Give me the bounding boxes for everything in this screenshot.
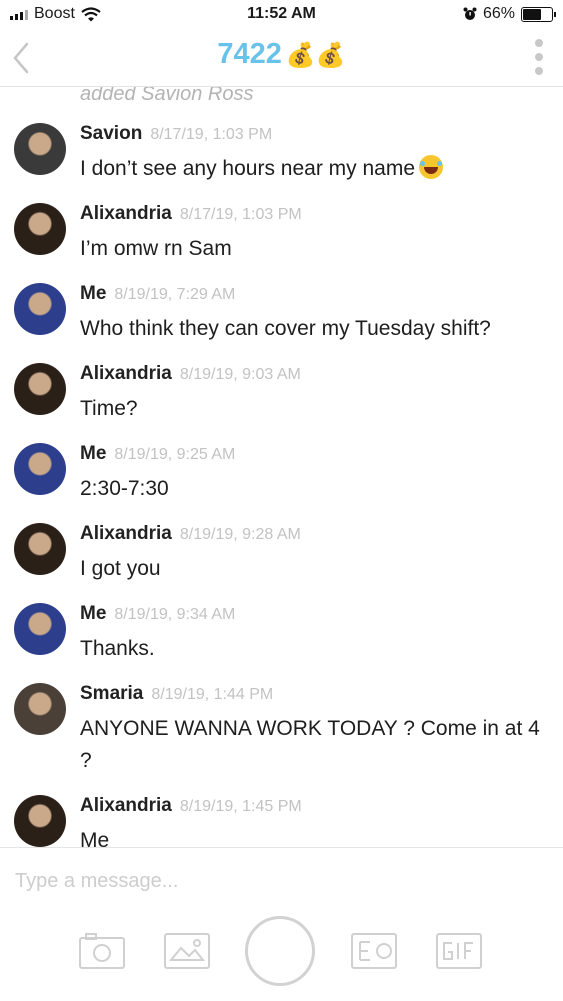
- chat-header: 7422 💰💰: [0, 30, 563, 87]
- sender-name: Alixandria 8/17/19, 1:03 PM: [80, 203, 302, 225]
- gif-icon[interactable]: [435, 926, 483, 974]
- message-text: ANYONE WANNA WORK TODAY ? Come in at 4 ?: [80, 713, 555, 777]
- money-bag-icon: 💰💰: [285, 42, 346, 69]
- message-timestamp: 8/17/19, 1:03 PM: [150, 126, 273, 143]
- message-list[interactable]: added Savion Ross Savion 8/17/19, 1:03 PM…: [0, 87, 563, 847]
- message-text: I don’t see any hours near my name: [80, 153, 555, 185]
- sender-name: Me 8/19/19, 9:34 AM: [80, 603, 235, 625]
- message-timestamp: 8/19/19, 1:45 PM: [179, 798, 302, 815]
- sender-label: Alixandria: [80, 203, 172, 224]
- sender-label: Me: [80, 603, 107, 624]
- sender-name: Savion 8/17/19, 1:03 PM: [80, 123, 272, 145]
- sender-label: Me: [80, 283, 107, 304]
- message-body: Me: [80, 829, 110, 847]
- message-body: 2:30-7:30: [80, 477, 169, 500]
- message-timestamp: 8/19/19, 9:25 AM: [114, 446, 236, 463]
- message-input[interactable]: Type a message...: [15, 870, 178, 893]
- message-text: Me: [80, 825, 555, 847]
- sender-label: Alixandria: [80, 363, 172, 384]
- avatar[interactable]: [14, 795, 66, 847]
- message-body: I’m omw rn Sam: [80, 237, 232, 260]
- message-body: Thanks.: [80, 637, 155, 660]
- alarm-icon: [463, 7, 477, 20]
- chat-title[interactable]: 7422 💰💰: [0, 38, 563, 71]
- sender-label: Savion: [80, 123, 143, 144]
- message-timestamp: 8/19/19, 9:34 AM: [114, 606, 236, 623]
- message-timestamp: 8/19/19, 1:44 PM: [151, 686, 274, 703]
- avatar[interactable]: [14, 123, 66, 175]
- battery-icon: [521, 6, 556, 22]
- message-timestamp: 8/17/19, 1:03 PM: [179, 206, 302, 223]
- avatar[interactable]: [14, 683, 66, 735]
- sender-label: Alixandria: [80, 523, 172, 544]
- sender-name: Me 8/19/19, 9:25 AM: [80, 443, 235, 465]
- sender-label: Smaria: [80, 683, 144, 704]
- system-message: added Savion Ross: [80, 87, 254, 105]
- message-body: ANYONE WANNA WORK TODAY ? Come in at 4 ?: [80, 717, 540, 772]
- sticker-icon[interactable]: [350, 926, 398, 974]
- message-timestamp: 8/19/19, 9:03 AM: [179, 366, 301, 383]
- message-text: Time?: [80, 393, 555, 425]
- sender-label: Me: [80, 443, 107, 464]
- battery-percent: 66%: [482, 5, 515, 22]
- battery-group: 66%: [463, 5, 556, 23]
- message-timestamp: 8/19/19, 9:28 AM: [179, 526, 301, 543]
- more-options-icon[interactable]: [535, 39, 543, 75]
- message-text: Who think they can cover my Tuesday shif…: [80, 313, 555, 345]
- laughing-emoji-icon: [419, 155, 444, 179]
- message-text: I got you: [80, 553, 555, 585]
- avatar[interactable]: [14, 443, 66, 495]
- sender-name: Alixandria 8/19/19, 9:03 AM: [80, 363, 301, 385]
- avatar[interactable]: [14, 363, 66, 415]
- message-text: I’m omw rn Sam: [80, 233, 555, 265]
- sender-name: Alixandria 8/19/19, 9:28 AM: [80, 523, 301, 545]
- message-text: Thanks.: [80, 633, 555, 665]
- sender-label: Alixandria: [80, 795, 172, 816]
- avatar[interactable]: [14, 203, 66, 255]
- sender-name: Me 8/19/19, 7:29 AM: [80, 283, 235, 305]
- message-body: Time?: [80, 397, 138, 420]
- message-body: I don’t see any hours near my name: [80, 157, 416, 180]
- gallery-icon[interactable]: [163, 926, 211, 974]
- composer: Type a message...: [0, 847, 563, 1001]
- sender-name: Alixandria 8/19/19, 1:45 PM: [80, 795, 302, 817]
- avatar[interactable]: [14, 603, 66, 655]
- message-text: 2:30-7:30: [80, 473, 555, 505]
- message-body: I got you: [80, 557, 161, 580]
- avatar[interactable]: [14, 523, 66, 575]
- avatar[interactable]: [14, 283, 66, 335]
- camera-icon[interactable]: [78, 926, 126, 974]
- chat-title-text: 7422: [217, 38, 282, 70]
- capture-button[interactable]: [245, 916, 315, 986]
- status-bar: Boost 11:52 AM 66%: [0, 0, 563, 30]
- sender-name: Smaria 8/19/19, 1:44 PM: [80, 683, 273, 705]
- message-timestamp: 8/19/19, 7:29 AM: [114, 286, 236, 303]
- message-body: Who think they can cover my Tuesday shif…: [80, 317, 491, 340]
